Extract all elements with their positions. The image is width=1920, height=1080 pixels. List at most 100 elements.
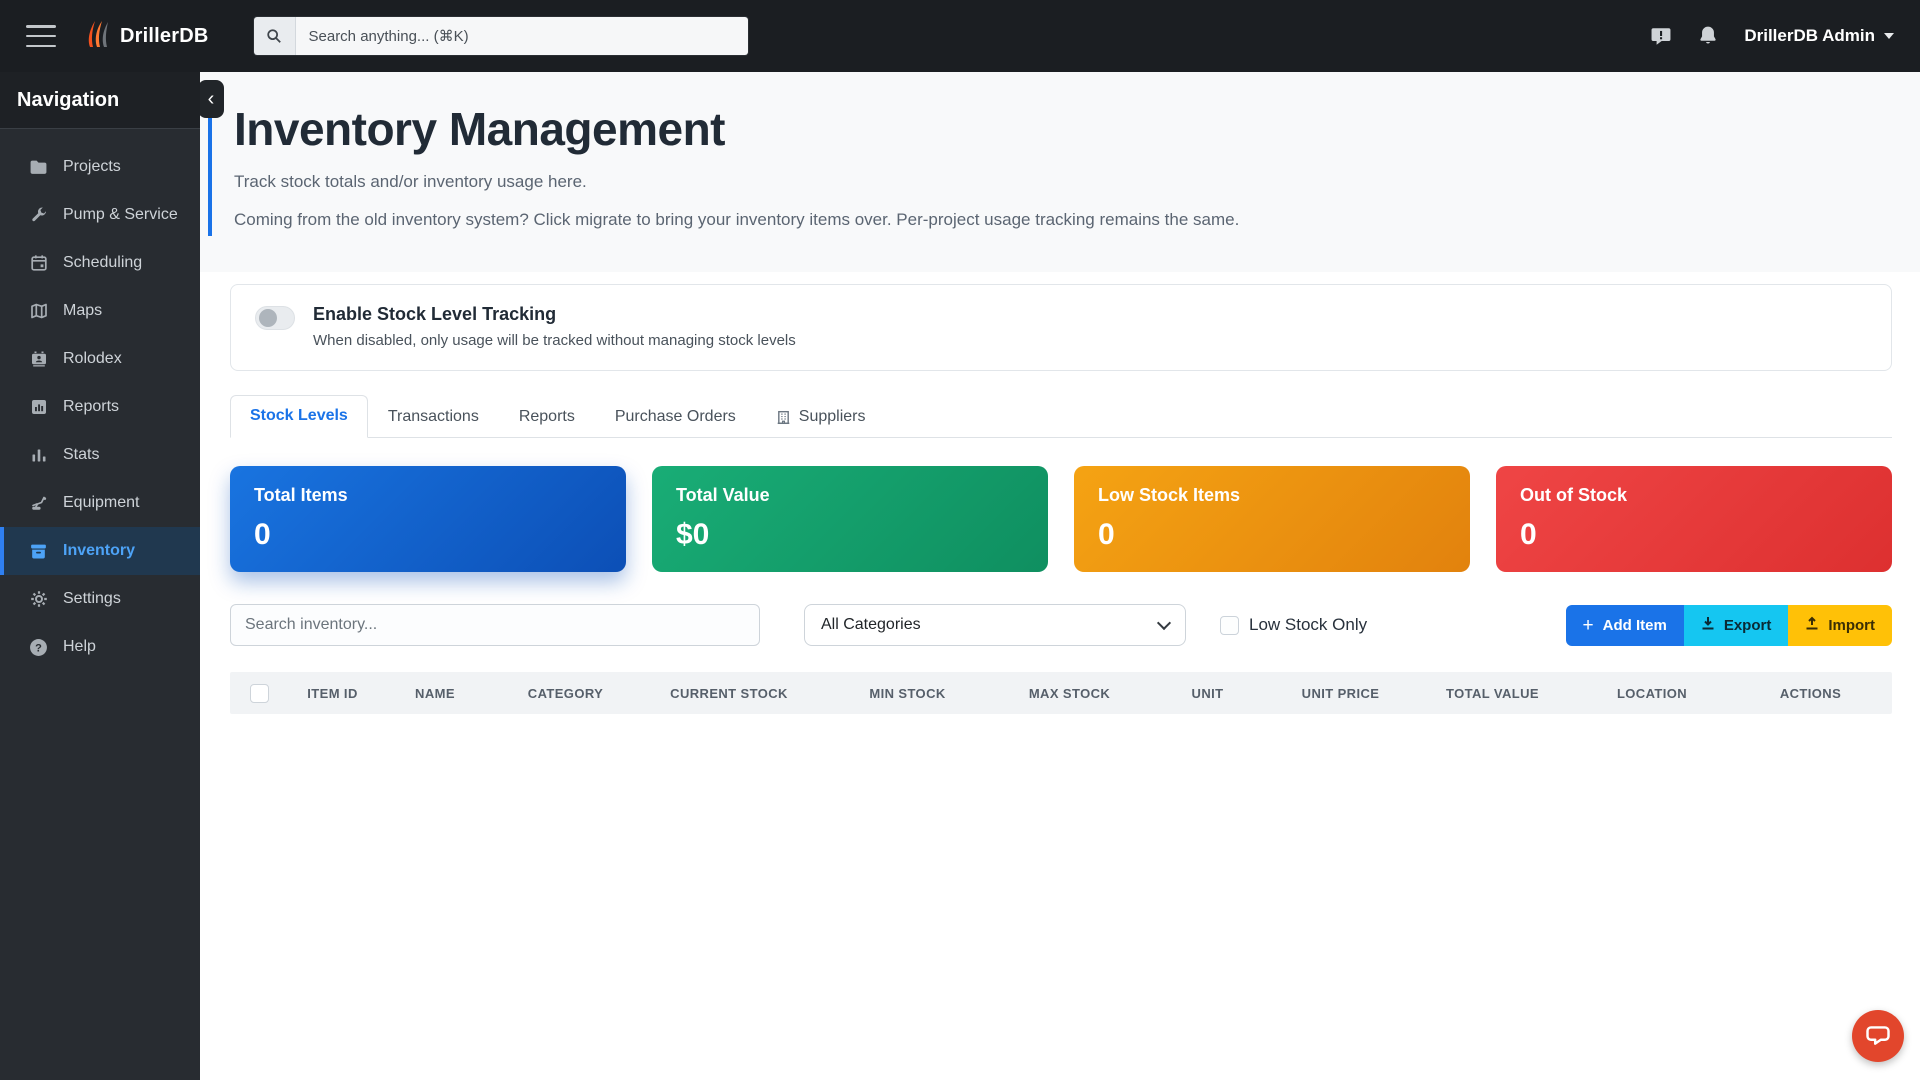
sidebar-item-stats[interactable]: Stats xyxy=(0,431,200,479)
tab-reports[interactable]: Reports xyxy=(499,396,595,438)
sidebar-item-settings[interactable]: Settings xyxy=(0,575,200,623)
column-header-name: NAME xyxy=(377,686,493,701)
sidebar-item-label: Scheduling xyxy=(63,254,142,272)
low-stock-only-filter[interactable]: Low Stock Only xyxy=(1220,615,1367,635)
wrench-icon xyxy=(29,206,48,225)
column-header-category: CATEGORY xyxy=(493,686,638,701)
navbar-right: DrillerDB Admin xyxy=(1650,25,1894,47)
tab-label: Reports xyxy=(519,408,575,426)
stat-card-label: Total Value xyxy=(676,485,1024,506)
download-icon xyxy=(1701,616,1715,634)
inventory-search-input[interactable] xyxy=(230,604,760,646)
sidebar-item-equipment[interactable]: Equipment xyxy=(0,479,200,527)
add-item-label: Add Item xyxy=(1603,617,1667,634)
sidebar-item-reports[interactable]: Reports xyxy=(0,383,200,431)
page-title: Inventory Management xyxy=(234,102,1892,156)
feedback-icon[interactable] xyxy=(1650,25,1672,47)
equipment-icon xyxy=(29,494,48,513)
select-all-checkbox[interactable] xyxy=(250,684,269,703)
sidebar-item-maps[interactable]: Maps xyxy=(0,287,200,335)
low-stock-checkbox[interactable] xyxy=(1220,616,1239,635)
category-select[interactable]: All Categories xyxy=(804,604,1186,646)
add-item-button[interactable]: + Add Item xyxy=(1566,605,1684,646)
page-subtitle: Track stock totals and/or inventory usag… xyxy=(234,172,1892,192)
toggle-description: When disabled, only usage will be tracke… xyxy=(313,332,796,349)
export-button[interactable]: Export xyxy=(1684,605,1789,646)
rolodex-icon xyxy=(29,350,48,369)
stat-card-value: 0 xyxy=(1098,518,1446,552)
tab-suppliers[interactable]: Suppliers xyxy=(756,396,886,438)
sidebar-item-label: Maps xyxy=(63,302,102,320)
folder-icon xyxy=(29,158,48,177)
sidebar-item-label: Projects xyxy=(63,158,121,176)
tab-label: Purchase Orders xyxy=(615,408,736,426)
sidebar-item-inventory[interactable]: Inventory xyxy=(0,527,200,575)
stat-card-label: Low Stock Items xyxy=(1098,485,1446,506)
help-icon: ? xyxy=(29,638,48,657)
user-menu-label: DrillerDB Admin xyxy=(1744,26,1875,46)
stock-tracking-toggle[interactable] xyxy=(255,306,295,330)
global-search-input[interactable] xyxy=(296,17,748,55)
column-header-current-stock: CURRENT STOCK xyxy=(638,686,820,701)
stat-card-total-value[interactable]: Total Value $0 xyxy=(652,466,1048,572)
drillerdb-logo-icon xyxy=(84,19,110,54)
brand-name: DrillerDB xyxy=(120,25,209,48)
low-stock-label: Low Stock Only xyxy=(1249,615,1367,635)
stat-card-value: 0 xyxy=(254,518,602,552)
map-icon xyxy=(29,302,48,321)
top-navbar: DrillerDB DrillerDB Admin xyxy=(0,0,1920,72)
user-menu[interactable]: DrillerDB Admin xyxy=(1744,26,1894,46)
notifications-bell-icon[interactable] xyxy=(1698,25,1718,47)
page-header: Inventory Management Track stock totals … xyxy=(200,72,1920,272)
sidebar-item-label: Help xyxy=(63,638,96,656)
sidebar-item-label: Reports xyxy=(63,398,119,416)
stat-card-value: 0 xyxy=(1520,518,1868,552)
column-header-max-stock: MAX STOCK xyxy=(995,686,1144,701)
tab-stock-levels[interactable]: Stock Levels xyxy=(230,395,368,438)
column-header-min-stock: MIN STOCK xyxy=(820,686,995,701)
hamburger-menu-icon[interactable] xyxy=(26,25,56,47)
upload-icon xyxy=(1805,616,1819,634)
tab-purchase-orders[interactable]: Purchase Orders xyxy=(595,396,756,438)
import-label: Import xyxy=(1828,617,1875,634)
inventory-content: Enable Stock Level Tracking When disable… xyxy=(200,272,1920,714)
sidebar-item-projects[interactable]: Projects xyxy=(0,143,200,191)
live-chat-button[interactable] xyxy=(1852,1010,1904,1062)
sidebar-title: Navigation xyxy=(0,72,200,129)
tab-transactions[interactable]: Transactions xyxy=(368,396,499,438)
column-header-item-id: ITEM ID xyxy=(288,686,377,701)
sidebar-item-label: Equipment xyxy=(63,494,140,512)
filter-row: All Categories Low Stock Only + Add Item xyxy=(230,604,1892,646)
sidebar-item-scheduling[interactable]: Scheduling xyxy=(0,239,200,287)
import-button[interactable]: Import xyxy=(1788,605,1892,646)
select-all-checkbox-cell xyxy=(230,684,288,703)
inventory-icon xyxy=(29,542,48,561)
calendar-icon xyxy=(29,254,48,273)
sidebar-collapse-button[interactable]: ‹ xyxy=(200,80,224,118)
stat-cards: Total Items 0 Total Value $0 Low Stock I… xyxy=(230,466,1892,572)
sidebar-item-label: Rolodex xyxy=(63,350,122,368)
sidebar-item-pump-service[interactable]: Pump & Service xyxy=(0,191,200,239)
chevron-down-icon xyxy=(1884,33,1894,39)
column-header-total-value: TOTAL VALUE xyxy=(1410,686,1575,701)
global-search xyxy=(253,16,749,56)
stat-card-value: $0 xyxy=(676,518,1024,552)
column-header-location: LOCATION xyxy=(1575,686,1729,701)
category-select-value: All Categories xyxy=(821,616,921,634)
sidebar-item-label: Settings xyxy=(63,590,121,608)
inventory-tabs: Stock Levels Transactions Reports Purcha… xyxy=(230,395,1892,438)
stat-card-out-of-stock[interactable]: Out of Stock 0 xyxy=(1496,466,1892,572)
sidebar-item-rolodex[interactable]: Rolodex xyxy=(0,335,200,383)
stat-card-total-items[interactable]: Total Items 0 xyxy=(230,466,626,572)
sidebar-item-help[interactable]: ? Help xyxy=(0,623,200,671)
brand[interactable]: DrillerDB xyxy=(84,19,209,54)
search-icon xyxy=(254,17,296,55)
inventory-table-header: ITEM ID NAME CATEGORY CURRENT STOCK MIN … xyxy=(230,672,1892,714)
stock-tracking-card: Enable Stock Level Tracking When disable… xyxy=(230,284,1892,371)
app-window: DrillerDB DrillerDB Admin Navigation xyxy=(0,0,1920,1080)
gear-icon xyxy=(29,590,48,609)
stat-card-label: Total Items xyxy=(254,485,602,506)
column-header-actions: ACTIONS xyxy=(1729,686,1892,701)
stat-card-low-stock[interactable]: Low Stock Items 0 xyxy=(1074,466,1470,572)
toggle-knob xyxy=(259,309,277,327)
